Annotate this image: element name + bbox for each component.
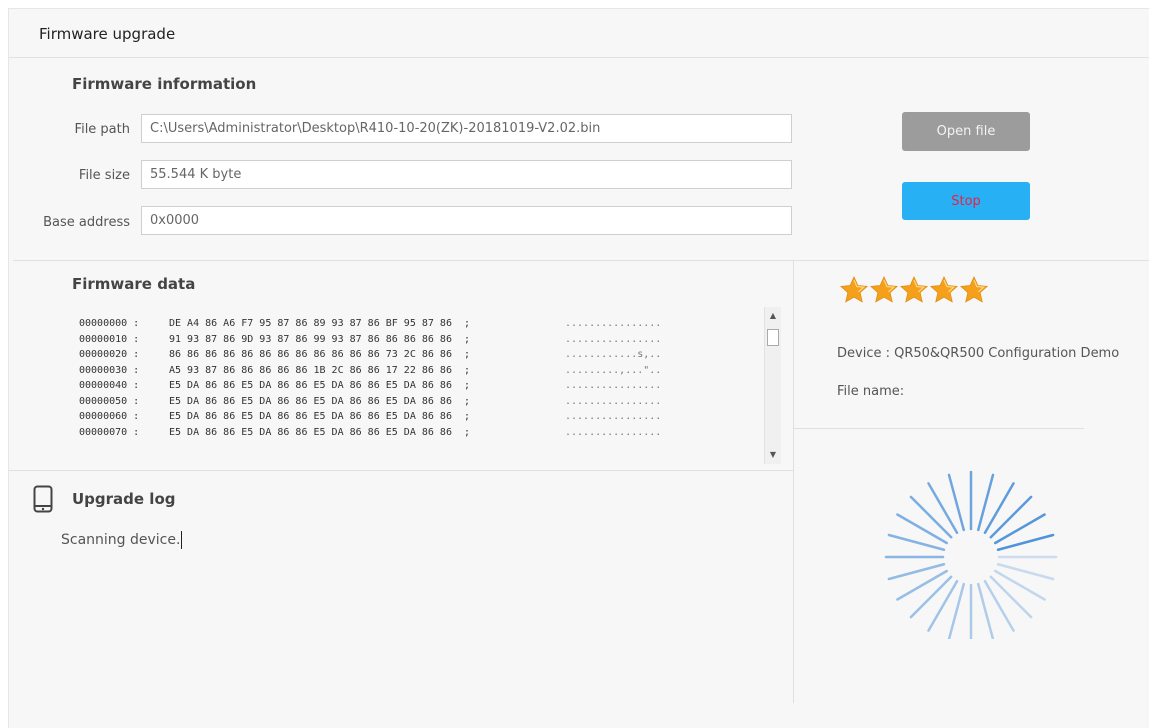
- hex-row: 00000050 : E5 DA 86 86 E5 DA 86 86 E5 DA …: [79, 395, 662, 407]
- file-path-label: File path: [74, 122, 130, 137]
- upgrade-log-title: Upgrade log: [72, 490, 176, 508]
- star-icon: [929, 275, 959, 303]
- hex-row: 00000040 : E5 DA 86 86 E5 DA 86 86 E5 DA …: [79, 380, 662, 391]
- divider: [9, 470, 793, 471]
- base-address-input[interactable]: [141, 206, 792, 235]
- hex-row: 00000010 :91 93 87 86 9D 93 87 86 99 93 …: [79, 333, 662, 345]
- stop-button[interactable]: Stop: [902, 182, 1030, 220]
- spinner-spoke: [989, 495, 1033, 539]
- hex-scrollbar[interactable]: ▲ ▼: [764, 307, 781, 464]
- hex-row: 00000000 : DE A4 86 A6 F7 95 87 86 89 93 …: [79, 318, 662, 329]
- hex-row: 00000060 : E5 DA 86 86 E5 DA 86 86 E5 DA …: [79, 411, 662, 422]
- star-icon: [869, 275, 899, 303]
- firmware-information-title: Firmware information: [72, 75, 257, 93]
- upgrade-log-text[interactable]: Scanning device.: [61, 531, 183, 549]
- title-bar: Firmware upgrade: [9, 9, 1149, 58]
- hex-row: 00000020 :86 86 86 86 86 86 86 86 86 86 …: [79, 349, 662, 360]
- spinner-spoke: [909, 575, 953, 619]
- star-icon: [899, 275, 929, 303]
- file-path-input[interactable]: [141, 114, 792, 143]
- window-title: Firmware upgrade: [39, 25, 176, 43]
- loading-spinner-icon: [879, 469, 1059, 644]
- star-icon: [839, 275, 869, 303]
- tablet-icon: [33, 485, 53, 517]
- rating-stars: [839, 275, 989, 311]
- divider: [794, 428, 1084, 429]
- file-name-label: File name:: [837, 384, 905, 399]
- base-address-label: Base address: [43, 215, 130, 230]
- firmware-hex-view[interactable]: 00000000 : DE A4 86 A6 F7 95 87 86 89 93 …: [79, 307, 749, 467]
- divider: [13, 260, 1149, 261]
- spinner-spoke: [989, 575, 1033, 619]
- file-size-label: File size: [78, 168, 130, 183]
- firmware-data-title: Firmware data: [72, 275, 196, 293]
- scroll-thumb[interactable]: [767, 329, 779, 346]
- firmware-upgrade-window: Firmware upgrade Firmware information Fi…: [8, 8, 1149, 728]
- hex-row: 00000070 : E5 DA 86 86 E5 DA 86 86 E5 DA …: [79, 426, 662, 438]
- divider: [793, 261, 794, 703]
- file-size-input[interactable]: [141, 160, 792, 189]
- text-cursor: [181, 531, 183, 549]
- hex-row: 00000030 : A5 93 87 86 86 86 86 86 1B 2C …: [79, 364, 662, 376]
- scroll-up-arrow-icon[interactable]: ▲: [765, 309, 781, 323]
- scroll-down-arrow-icon[interactable]: ▼: [765, 448, 781, 462]
- spinner-spoke: [909, 495, 953, 539]
- star-icon: [959, 275, 989, 303]
- log-line: Scanning device.: [61, 532, 181, 548]
- open-file-button[interactable]: Open file: [902, 112, 1030, 151]
- device-label: Device : QR50&QR500 Configuration Demo: [837, 346, 1120, 361]
